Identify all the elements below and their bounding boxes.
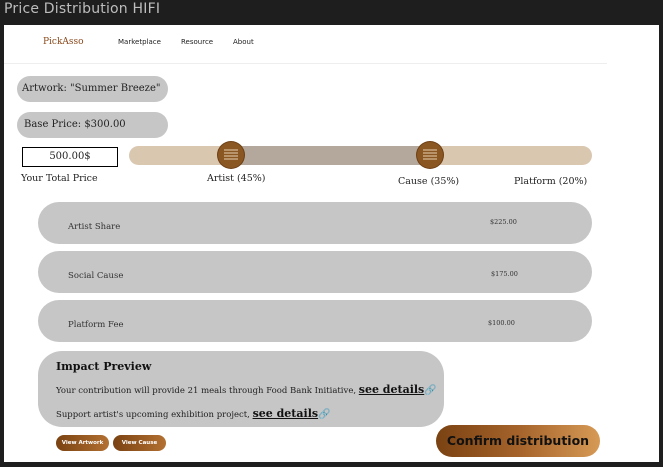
share-value: $100.00 [488,319,515,327]
window-title: Price Distribution HIFI [4,1,161,17]
drag-lines-icon [423,149,437,160]
share-row-platform: Platform Fee $100.00 [38,300,592,342]
total-price-label: Your Total Price [21,173,98,184]
cause-percent-label: Cause (35%) [398,176,460,187]
see-details-link[interactable]: see details [253,407,318,420]
artwork-pill: Artwork: "Summer Breeze" [17,76,168,102]
nav-link-marketplace[interactable]: Marketplace [118,38,161,46]
impact-preview-card: Impact Preview Your contribution will pr… [38,351,444,427]
cause-slider-handle[interactable] [417,142,443,168]
confirm-distribution-button[interactable]: Confirm distribution [436,425,600,457]
share-label: Platform Fee [68,320,124,330]
share-value: $175.00 [491,270,518,278]
share-label: Social Cause [68,271,124,281]
top-navbar: PickAsso Marketplace Resource About [4,25,607,64]
share-row-cause: Social Cause $175.00 [38,251,592,293]
total-price-input[interactable]: 500.00$ [22,147,118,167]
artist-slider-handle[interactable] [218,142,244,168]
share-row-artist: Artist Share $225.00 [38,202,592,244]
nav-link-about[interactable]: About [233,38,254,46]
impact-text: Support artist's upcoming exhibition pro… [56,410,250,420]
impact-title: Impact Preview [56,360,152,373]
app-canvas: PickAsso Marketplace Resource About Artw… [4,25,659,462]
platform-percent-label: Platform (20%) [514,176,588,187]
artist-percent-label: Artist (45%) [207,173,266,184]
link-icon: 🔗 [318,409,331,420]
drag-lines-icon [224,149,238,160]
logo[interactable]: PickAsso [43,37,84,47]
share-value: $225.00 [490,218,517,226]
impact-line-exhibition: Support artist's upcoming exhibition pro… [56,407,331,420]
see-details-link[interactable]: see details [359,383,424,396]
impact-text: Your contribution will provide 21 meals … [56,386,357,396]
impact-line-food: Your contribution will provide 21 meals … [56,383,437,396]
link-icon: 🔗 [424,385,437,396]
distribution-slider-track[interactable] [129,146,592,165]
base-price-pill: Base Price: $300.00 [17,112,168,138]
view-cause-button[interactable]: View Cause [113,435,166,451]
view-artwork-button[interactable]: View Artwork [56,435,109,451]
share-label: Artist Share [68,222,121,232]
nav-link-resource[interactable]: Resource [181,38,213,46]
